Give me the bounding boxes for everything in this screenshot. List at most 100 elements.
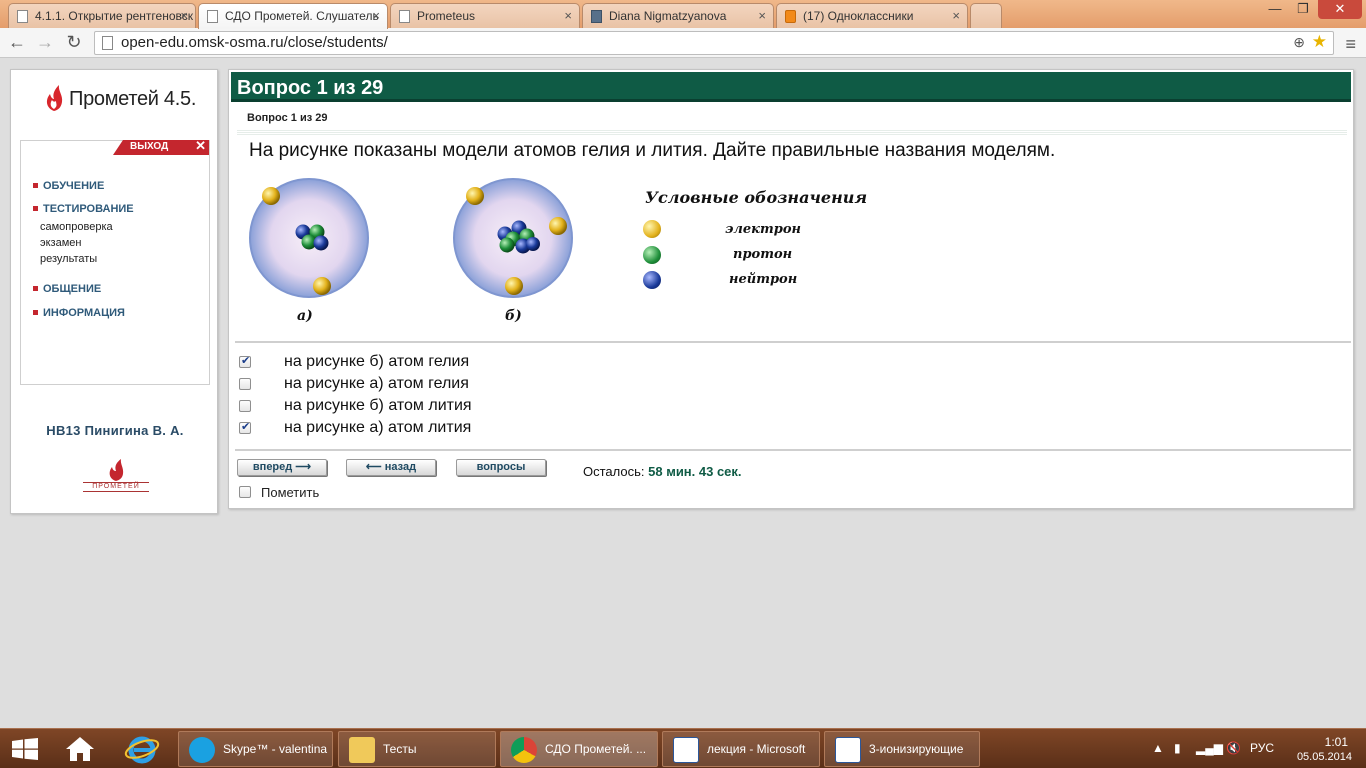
- figure-caption-a: а): [297, 308, 313, 324]
- sidebar-item-testing[interactable]: ТЕСТИРОВАНИЕ: [33, 203, 134, 215]
- browser-toolbar: ← → ↻ open-edu.omsk-osma.ru/close/studen…: [0, 28, 1366, 58]
- sidebar-item-information[interactable]: ИНФОРМАЦИЯ: [33, 307, 125, 319]
- tab-title: 4.1.1. Открытие рентгеновск: [35, 9, 193, 23]
- odnoklassniki-icon: [785, 10, 796, 23]
- mark-checkbox[interactable]: [239, 486, 251, 498]
- task-label: Skype™ - valentina: [223, 742, 328, 756]
- questions-button[interactable]: вопросы: [456, 459, 546, 476]
- task-skype[interactable]: Skype™ - valentina: [178, 731, 333, 767]
- legend-neutron: нейтрон: [729, 272, 798, 287]
- exit-button[interactable]: ВЫХОД ✕: [113, 140, 209, 155]
- answer-checkbox[interactable]: [239, 420, 251, 434]
- system-tray: ▲ ▮ ▂▄▆ 🔇 РУС 1:01 05.05.2014: [1146, 729, 1366, 768]
- answer-label: на рисунке а) атом лития: [284, 419, 472, 436]
- maximize-icon[interactable]: ❐: [1290, 1, 1316, 17]
- user-name: НВ13 Пинигина В. А.: [46, 423, 184, 438]
- prometheus-bottom-logo: ПРОМЕТЕЙ: [83, 458, 149, 494]
- bookmark-star-icon[interactable]: ★: [1312, 32, 1327, 52]
- window-close-icon[interactable]: ✕: [1318, 0, 1362, 19]
- close-icon[interactable]: ×: [758, 8, 766, 23]
- menu-icon[interactable]: ≡: [1345, 34, 1356, 55]
- browser-tab-1[interactable]: 4.1.1. Открытие рентгеновск ×: [8, 3, 196, 28]
- zoom-icon[interactable]: ⊕: [1293, 34, 1305, 51]
- explorer-home-icon[interactable]: [60, 733, 100, 765]
- timer: Осталось: 58 мин. 43 сек.: [583, 464, 742, 479]
- answer-checkbox[interactable]: [239, 400, 251, 412]
- divider: [235, 341, 1351, 343]
- internet-explorer-icon[interactable]: [122, 733, 162, 765]
- question-panel: Вопрос 1 из 29 Вопрос 1 из 29 На рисунке…: [228, 69, 1354, 509]
- language-indicator[interactable]: РУС: [1250, 741, 1274, 755]
- timer-label: Осталось:: [583, 464, 645, 479]
- bullet-icon: [33, 206, 38, 211]
- sidebar-item-label: ОБЩЕНИЕ: [43, 283, 102, 295]
- sidebar-subitem-results[interactable]: результаты: [40, 253, 97, 265]
- subheader-divider: [237, 130, 1347, 135]
- clock-date[interactable]: 05.05.2014: [1297, 751, 1352, 763]
- show-hidden-icons-icon[interactable]: ▲: [1152, 741, 1164, 755]
- neutron-icon: [643, 271, 661, 289]
- browser-tab-2[interactable]: СДО Прометей. Слушатель ×: [198, 3, 388, 29]
- question-subheader: Вопрос 1 из 29: [247, 112, 328, 124]
- sidebar-item-learning[interactable]: ОБУЧЕНИЕ: [33, 180, 104, 192]
- browser-tab-4[interactable]: Diana Nigmatzyanova ×: [582, 3, 774, 28]
- answer-label: на рисунке а) атом гелия: [284, 375, 469, 392]
- task-word-lecture[interactable]: лекция - Microsoft: [662, 731, 820, 767]
- address-bar[interactable]: open-edu.omsk-osma.ru/close/students/ ⊕ …: [94, 31, 1334, 55]
- legend-electron: электрон: [725, 222, 801, 237]
- word-icon: [673, 737, 699, 763]
- legend-proton: протон: [733, 247, 793, 262]
- reload-icon[interactable]: ↻: [63, 32, 85, 52]
- new-tab-button[interactable]: [970, 3, 1002, 28]
- logo-text: Прометей 4.5.: [69, 88, 197, 110]
- sidebar-item-communication[interactable]: ОБЩЕНИЕ: [33, 283, 101, 295]
- tab-title: СДО Прометей. Слушатель: [225, 9, 379, 23]
- pause-icon: [591, 10, 602, 23]
- sidebar-subitem-self-check[interactable]: самопроверка: [40, 221, 113, 233]
- tab-title: (17) Одноклассники: [803, 9, 914, 23]
- browser-tab-5[interactable]: (17) Одноклассники ×: [776, 3, 968, 28]
- forward-button[interactable]: вперед ⟶: [237, 459, 327, 476]
- task-chrome[interactable]: СДО Прометей. ...: [500, 731, 658, 767]
- chrome-icon: [511, 737, 537, 763]
- browser-tab-3[interactable]: Prometeus ×: [390, 3, 580, 28]
- close-icon[interactable]: ×: [564, 8, 572, 23]
- signal-icon[interactable]: ▂▄▆: [1196, 741, 1223, 755]
- sidebar-item-label: ИНФОРМАЦИЯ: [43, 307, 125, 319]
- answer-label: на рисунке б) атом лития: [284, 397, 472, 414]
- answer-checkbox[interactable]: [239, 354, 251, 368]
- minimize-icon[interactable]: —: [1262, 1, 1288, 16]
- sidebar-subitem-exam[interactable]: экзамен: [40, 237, 81, 249]
- answer-checkbox[interactable]: [239, 378, 251, 390]
- page-viewport: Прометей 4.5. ВЫХОД ✕ ОБУЧЕНИЕ ТЕСТИРОВА…: [0, 59, 1366, 728]
- close-icon[interactable]: ×: [952, 8, 960, 23]
- power-icon[interactable]: ▮: [1174, 741, 1181, 755]
- atom-model-b: [453, 178, 573, 298]
- close-icon[interactable]: ×: [180, 8, 188, 23]
- volume-muted-icon[interactable]: 🔇: [1226, 741, 1241, 755]
- close-icon[interactable]: ×: [372, 8, 380, 23]
- answer-label: на рисунке б) атом гелия: [284, 353, 470, 370]
- browser-tab-bar: 4.1.1. Открытие рентгеновск × СДО Промет…: [0, 0, 1366, 29]
- back-button[interactable]: ⟵ назад: [346, 459, 436, 476]
- back-arrow-icon[interactable]: ←: [6, 32, 28, 52]
- page-icon: [399, 10, 410, 23]
- tab-title: Diana Nigmatzyanova: [609, 9, 727, 23]
- timer-value: 58 мин. 43 сек.: [648, 464, 742, 479]
- question-text: На рисунке показаны модели атомов гелия …: [249, 140, 1056, 161]
- word-icon: [835, 737, 861, 763]
- sidebar-item-label: ОБУЧЕНИЕ: [43, 180, 105, 192]
- bullet-icon: [33, 310, 38, 315]
- bottom-logo-text: ПРОМЕТЕЙ: [83, 482, 149, 492]
- forward-arrow-icon[interactable]: →: [34, 32, 56, 52]
- windows-start-icon[interactable]: [12, 738, 38, 760]
- legend-title: Условные обозначения: [645, 188, 868, 207]
- clock-time[interactable]: 1:01: [1325, 735, 1348, 749]
- close-icon: ✕: [195, 138, 206, 153]
- task-folder-tests[interactable]: Тесты: [338, 731, 496, 767]
- proton-icon: [643, 246, 661, 264]
- tab-title: Prometeus: [417, 9, 476, 23]
- task-label: 3-ионизирующие: [869, 742, 964, 756]
- page-icon: [102, 36, 113, 50]
- task-word-ionizing[interactable]: 3-ионизирующие: [824, 731, 980, 767]
